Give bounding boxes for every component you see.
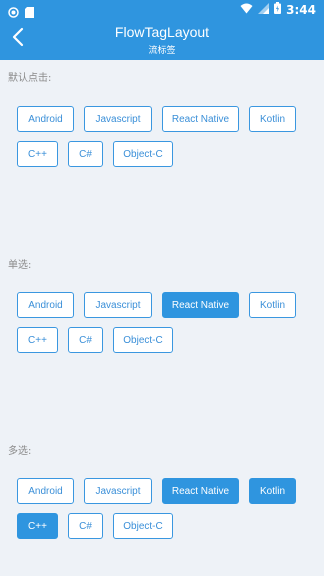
section-label-multi: 多选: xyxy=(8,446,32,457)
tag-object-c[interactable]: Object-C xyxy=(113,141,173,167)
tag-react-native[interactable]: React Native xyxy=(162,106,239,132)
page-subtitle: 流标签 xyxy=(148,46,176,56)
tag-cpp[interactable]: C++ xyxy=(17,141,58,167)
tag-android[interactable]: Android xyxy=(17,106,74,132)
tag-object-c[interactable]: Object-C xyxy=(113,327,173,353)
tag-kotlin[interactable]: Kotlin xyxy=(249,478,296,504)
status-time: 3:44 xyxy=(286,2,316,17)
tag-react-native[interactable]: React Native xyxy=(162,478,239,504)
status-right-icons: 3:44 xyxy=(240,2,316,17)
section-label-default: 默认点击: xyxy=(8,73,52,84)
tag-javascript[interactable]: Javascript xyxy=(84,292,152,318)
tag-csharp[interactable]: C# xyxy=(68,141,103,167)
tag-android[interactable]: Android xyxy=(17,292,74,318)
tag-javascript[interactable]: Javascript xyxy=(84,478,152,504)
tag-object-c[interactable]: Object-C xyxy=(113,513,173,539)
cell-signal-icon xyxy=(258,2,270,17)
page-title: FlowTagLayout xyxy=(114,24,210,40)
tag-react-native[interactable]: React Native xyxy=(162,292,239,318)
status-bar: 3:44 xyxy=(0,0,324,19)
battery-icon xyxy=(274,2,282,17)
tag-csharp[interactable]: C# xyxy=(68,513,103,539)
tag-kotlin[interactable]: Kotlin xyxy=(249,292,296,318)
tag-kotlin[interactable]: Kotlin xyxy=(249,106,296,132)
section-label-single: 单选: xyxy=(8,260,32,271)
tag-android[interactable]: Android xyxy=(17,478,74,504)
wifi-icon xyxy=(240,3,253,17)
app-bar: FlowTagLayout 流标签 xyxy=(0,19,324,60)
tag-cpp[interactable]: C++ xyxy=(17,327,58,353)
tag-csharp[interactable]: C# xyxy=(68,327,103,353)
tag-javascript[interactable]: Javascript xyxy=(84,106,152,132)
tag-cpp[interactable]: C++ xyxy=(17,513,58,539)
